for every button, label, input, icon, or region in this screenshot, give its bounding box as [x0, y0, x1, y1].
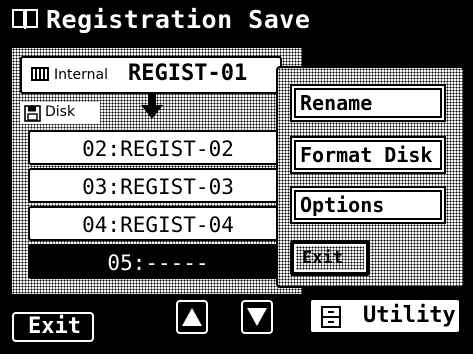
options-button[interactable]: Options [290, 186, 446, 224]
exit-button[interactable]: Exit [8, 308, 98, 346]
cabinet-icon [321, 306, 341, 328]
list-item[interactable]: 02:REGIST-02 [28, 130, 288, 165]
triangle-up-icon [182, 308, 202, 326]
list-item[interactable]: 03:REGIST-03 [28, 168, 288, 203]
internal-registration-row: Internal REGIST-01 [20, 56, 282, 94]
popup-exit-label: Exit [294, 244, 366, 272]
title-bar: Registration Save [0, 0, 473, 40]
book-icon [12, 9, 38, 29]
keyboard-icon [31, 67, 49, 81]
format-disk-button[interactable]: Format Disk [290, 136, 446, 174]
floppy-disk-icon [24, 105, 41, 122]
utility-label: Utility [363, 303, 456, 328]
utility-button[interactable]: Utility [305, 294, 465, 338]
rename-button[interactable]: Rename [290, 84, 446, 122]
disk-header: Disk [20, 102, 100, 124]
triangle-down-icon [247, 308, 267, 326]
internal-label: Internal [54, 67, 108, 83]
screen: Registration Save Internal REGIST-01 Dis… [0, 0, 473, 354]
disk-label: Disk [45, 104, 76, 120]
scroll-down-button[interactable] [237, 296, 277, 338]
page-title: Registration Save [46, 5, 311, 34]
list-item[interactable]: 04:REGIST-04 [28, 206, 288, 241]
popup-menu: Rename Format Disk Options Exit [276, 66, 465, 288]
list-item-selected[interactable]: 05:----- [28, 244, 288, 279]
popup-exit-button[interactable]: Exit [290, 240, 370, 276]
scroll-up-button[interactable] [172, 296, 212, 338]
internal-value: REGIST-01 [128, 61, 248, 86]
exit-button-label: Exit [12, 312, 94, 342]
arrow-down-icon [141, 94, 163, 119]
